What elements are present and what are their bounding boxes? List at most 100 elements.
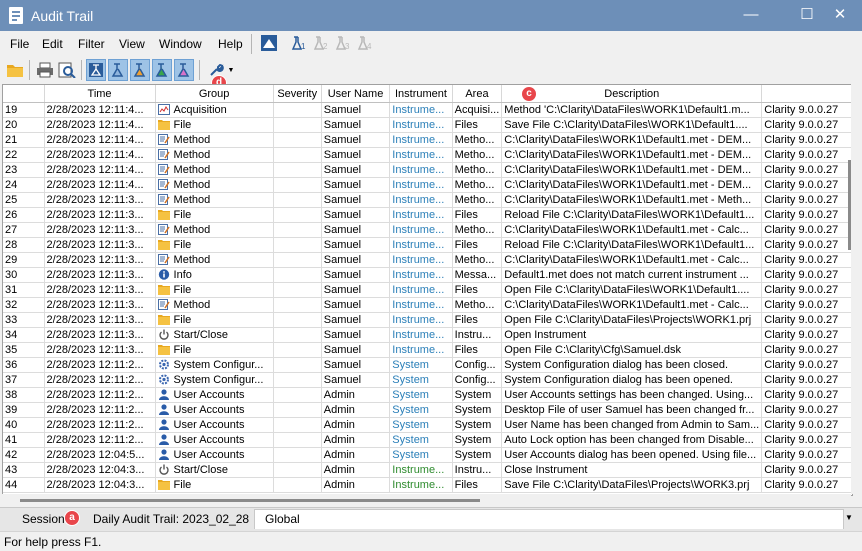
table-row[interactable]: 35 2/28/2023 12:11:3... File Samuel Instrume… (3, 342, 852, 358)
table-row[interactable]: 34 2/28/2023 12:11:3... Start/Close Samuel I… (3, 327, 852, 343)
row-group: Start/Close (155, 462, 274, 478)
instrument-icon-button[interactable] (259, 32, 279, 54)
table-row[interactable]: 21 2/28/2023 12:11:4... Method Samuel Instru… (3, 132, 852, 148)
folder-icon (157, 480, 170, 490)
table-row[interactable]: 44 2/28/2023 12:04:3... File Admin Instrume.… (3, 477, 852, 493)
row-description: C:\Clarity\DataFiles\WORK1\Default1.met … (501, 132, 763, 148)
filter-instrument-all-button[interactable] (86, 59, 106, 81)
flask-button-3[interactable]: 3 (333, 32, 353, 54)
method-icon (157, 224, 170, 235)
row-group: Method (155, 222, 274, 238)
table-row[interactable]: 40 2/28/2023 12:11:2... User Accounts Admin… (3, 417, 852, 433)
row-version: Clarity 9.0.0.27 (761, 327, 852, 343)
folder-icon (157, 345, 170, 355)
row-group: User Accounts (155, 402, 274, 418)
row-group-label: Acquisition (173, 104, 227, 116)
minimize-button[interactable]: — (729, 0, 773, 31)
table-row[interactable]: 32 2/28/2023 12:11:3... Method Samuel Instru… (3, 297, 852, 313)
print-button[interactable] (35, 59, 55, 81)
menu-view[interactable]: View (119, 37, 145, 51)
menu-filter[interactable]: Filter (78, 37, 105, 51)
horizontal-scrollbar-thumb[interactable] (20, 499, 480, 502)
menu-window[interactable]: Window (159, 37, 202, 51)
filter-instrument-1-button[interactable] (108, 59, 128, 81)
row-instrument: Instrume... (389, 207, 453, 223)
table-row[interactable]: 28 2/28/2023 12:11:3... File Samuel Instrume… (3, 237, 852, 253)
filter-instrument-3-button[interactable] (152, 59, 172, 81)
row-group: File (155, 237, 274, 253)
tabs-dropdown-icon[interactable]: ▼ (845, 513, 853, 522)
close-button[interactable]: ✕ (818, 0, 862, 31)
row-group-label: User Accounts (173, 404, 245, 416)
col-header-row-number[interactable] (3, 85, 45, 103)
tab-daily-audit-trail[interactable]: Daily Audit Trail: 2023_02_28 (83, 510, 259, 529)
table-row[interactable]: 43 2/28/2023 12:04:3... Start/Close Admin In… (3, 462, 852, 478)
table-row[interactable]: 23 2/28/2023 12:11:4... Method Samuel Instru… (3, 162, 852, 178)
open-folder-button[interactable] (5, 59, 25, 81)
row-group-label: Method (173, 194, 211, 206)
row-area: Metho... (452, 192, 503, 208)
row-area: Files (452, 477, 503, 493)
table-row[interactable]: 36 2/28/2023 12:11:2... System Configur...… (3, 357, 852, 373)
col-header-instrument[interactable]: Instrument (389, 85, 453, 103)
col-header-description[interactable]: Description (501, 85, 763, 103)
flask-button-4[interactable]: 4 (355, 32, 375, 54)
toolbar-separator (81, 60, 82, 80)
table-row[interactable]: 29 2/28/2023 12:11:3... Method Samuel Instru… (3, 252, 852, 268)
row-instrument: Instrume... (389, 342, 453, 358)
flask-button-1[interactable]: 1 (289, 32, 309, 54)
row-user-name: Samuel (321, 207, 391, 223)
table-row[interactable]: 39 2/28/2023 12:11:2... User Accounts Admin… (3, 402, 852, 418)
vertical-scrollbar[interactable] (851, 84, 862, 494)
col-header-area[interactable]: Area (452, 85, 503, 103)
row-instrument: Instrume... (389, 147, 453, 163)
row-severity (273, 462, 322, 478)
row-version: Clarity 9.0.0.27 (761, 102, 852, 118)
row-area: Messa... (452, 267, 503, 283)
col-header-group[interactable]: Group (155, 85, 274, 103)
print-preview-button[interactable] (57, 59, 77, 81)
row-area: Files (452, 207, 503, 223)
toolbar: ▼ (0, 56, 862, 84)
table-row[interactable]: 26 2/28/2023 12:11:3... File Samuel Instrume… (3, 207, 852, 223)
col-header-time[interactable]: Time (44, 85, 156, 103)
tab-global[interactable]: Global (254, 509, 844, 529)
row-description: C:\Clarity\DataFiles\WORK1\Default1.met … (501, 297, 763, 313)
menu-file[interactable]: File (10, 37, 29, 51)
table-row[interactable]: 19 2/28/2023 12:11:4... Acquisition Samuel I… (3, 102, 852, 118)
row-number: 24 (3, 177, 45, 193)
filter-instrument-2-button[interactable] (130, 59, 150, 81)
table-row[interactable]: 31 2/28/2023 12:11:3... File Samuel Instrume… (3, 282, 852, 298)
row-time: 2/28/2023 12:11:4... (44, 162, 156, 178)
row-instrument: Instrume... (389, 237, 453, 253)
row-time: 2/28/2023 12:11:2... (44, 432, 156, 448)
row-description: Save File C:\Clarity\DataFiles\WORK1\Def… (501, 117, 763, 133)
vertical-scrollbar-thumb[interactable] (848, 160, 851, 250)
table-row[interactable]: 24 2/28/2023 12:11:4... Method Samuel Instru… (3, 177, 852, 193)
menu-help[interactable]: Help (218, 37, 243, 51)
menu-edit[interactable]: Edit (42, 37, 63, 51)
table-row[interactable]: 37 2/28/2023 12:11:2... System Configur...… (3, 372, 852, 388)
row-group: Info (155, 267, 274, 283)
table-row[interactable]: 20 2/28/2023 12:11:4... File Samuel Instrume… (3, 117, 852, 133)
col-header-user-name[interactable]: User Name (321, 85, 391, 103)
table-row[interactable]: 41 2/28/2023 12:11:2... User Accounts Admin… (3, 432, 852, 448)
row-number: 26 (3, 207, 45, 223)
table-row[interactable]: 27 2/28/2023 12:11:3... Method Samuel Instru… (3, 222, 852, 238)
table-row[interactable]: 42 2/28/2023 12:04:5... User Accounts Admin… (3, 447, 852, 463)
col-header-version[interactable] (761, 85, 852, 103)
table-row[interactable]: 33 2/28/2023 12:11:3... File Samuel Instrume… (3, 312, 852, 328)
filter-instrument-4-button[interactable] (174, 59, 194, 81)
table-row[interactable]: 38 2/28/2023 12:11:2... User Accounts Admin… (3, 387, 852, 403)
svg-text:4: 4 (367, 42, 372, 51)
row-user-name: Samuel (321, 297, 391, 313)
table-row[interactable]: 25 2/28/2023 12:11:3... Method Samuel Instru… (3, 192, 852, 208)
row-severity (273, 222, 322, 238)
col-header-severity[interactable]: Severity (273, 85, 322, 103)
flask-button-2[interactable]: 2 (311, 32, 331, 54)
row-area: Instru... (452, 462, 503, 478)
table-row[interactable]: 30 2/28/2023 12:11:3... Info Samuel Instrume… (3, 267, 852, 283)
row-group-label: System Configur... (173, 359, 264, 371)
audit-trail-table[interactable]: Time Group Severity User Name Instrument… (2, 84, 853, 496)
table-row[interactable]: 22 2/28/2023 12:11:4... Method Samuel Instru… (3, 147, 852, 163)
